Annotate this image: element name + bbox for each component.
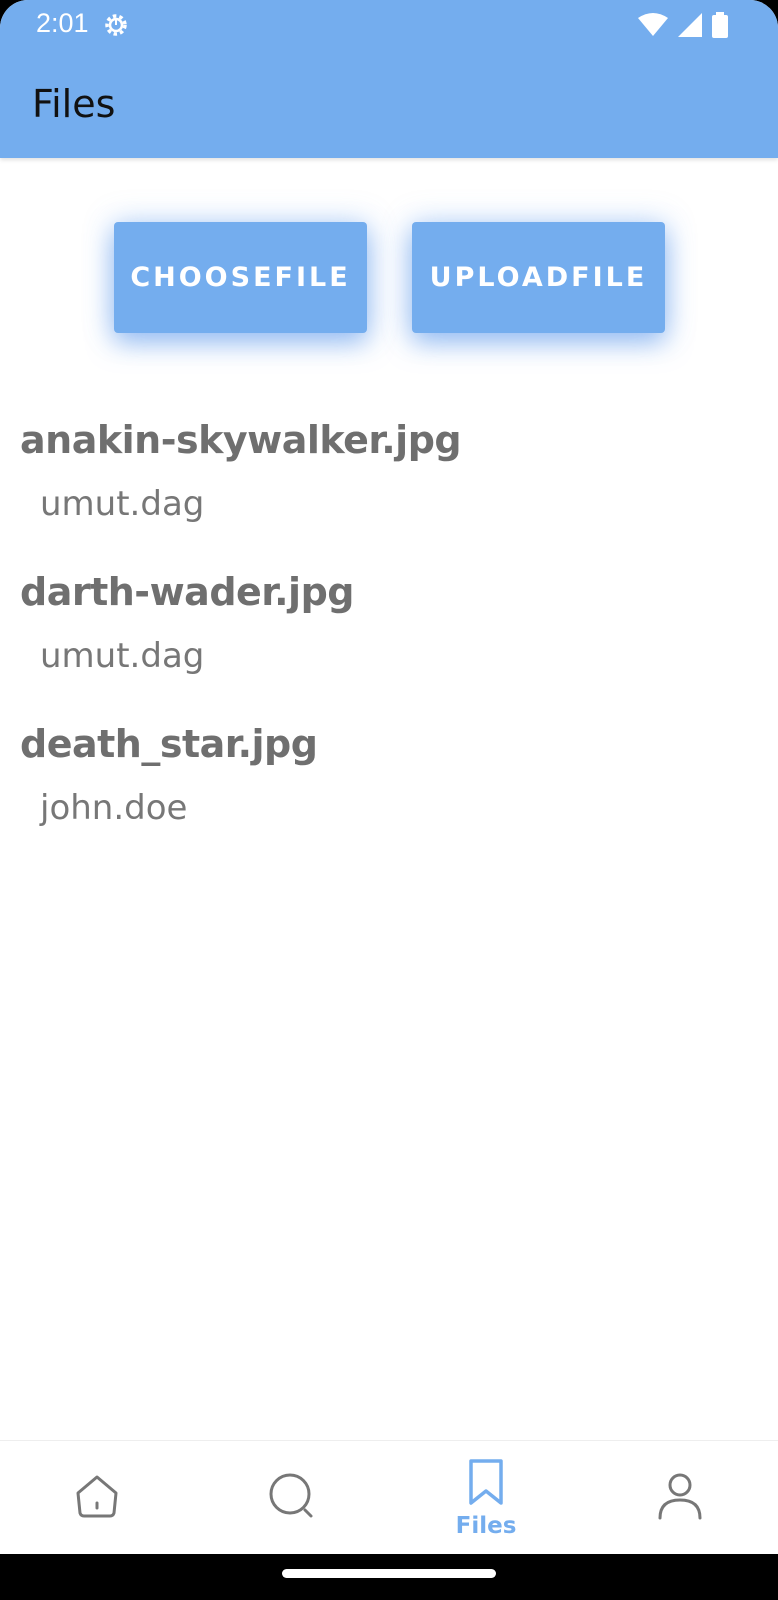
list-item[interactable]: darth-wader.jpg umut.dag: [20, 570, 720, 676]
bottom-nav: Files: [0, 1440, 778, 1554]
list-item[interactable]: death_star.jpg john.doe: [20, 722, 720, 828]
app-bar: 2:01 Files: [0, 0, 778, 158]
file-owner: umut.dag: [40, 484, 205, 524]
gesture-bar: [0, 1554, 778, 1600]
wifi-icon: [638, 13, 668, 42]
profile-icon: [657, 1472, 703, 1525]
nav-home[interactable]: [37, 1441, 157, 1555]
nav-files[interactable]: Files: [426, 1441, 546, 1555]
battery-icon: [712, 12, 728, 43]
bookmark-icon: [466, 1458, 506, 1511]
signal-icon: [678, 13, 702, 42]
home-gesture-handle[interactable]: [282, 1569, 496, 1578]
list-item[interactable]: anakin-skywalker.jpg umut.dag: [20, 418, 720, 524]
status-time: 2:01: [36, 8, 89, 38]
nav-files-label: Files: [455, 1512, 517, 1539]
search-icon: [267, 1472, 317, 1525]
home-icon: [73, 1473, 121, 1524]
nav-profile[interactable]: [620, 1441, 740, 1555]
file-name: darth-wader.jpg: [20, 570, 354, 614]
status-icons: [638, 12, 728, 43]
page-title: Files: [32, 82, 116, 126]
file-name: death_star.jpg: [20, 722, 318, 766]
upload-file-button[interactable]: UPLOADFILE: [412, 222, 665, 333]
choose-file-button[interactable]: CHOOSEFILE: [114, 222, 367, 333]
file-owner: john.doe: [40, 788, 188, 828]
file-name: anakin-skywalker.jpg: [20, 418, 462, 462]
settings-gear-icon: [101, 10, 131, 40]
file-owner: umut.dag: [40, 636, 205, 676]
screen: 2:01 Files CHOOSEFILE UPLOADFILE anakin-…: [0, 0, 778, 1600]
nav-search[interactable]: [232, 1441, 352, 1555]
